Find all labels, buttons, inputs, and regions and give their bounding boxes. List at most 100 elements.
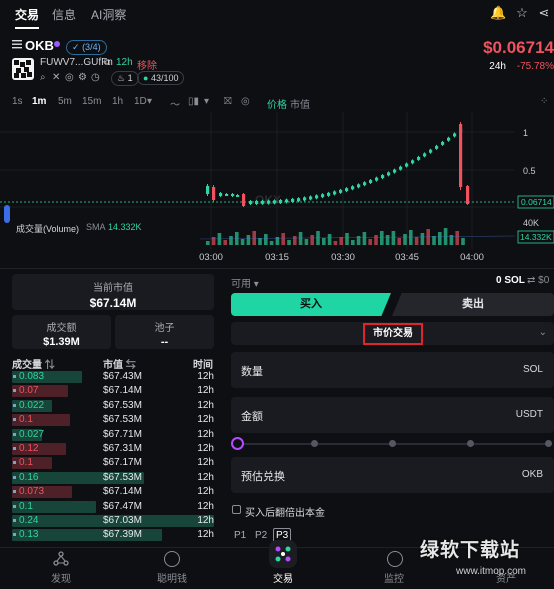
- tab-ai-insight[interactable]: AI洞察: [91, 6, 126, 23]
- trade-row[interactable]: 0.083 $67.43M 12h: [12, 370, 214, 384]
- remove-link[interactable]: 移除: [137, 57, 157, 72]
- order-type-value: 市价交易: [363, 323, 423, 345]
- nav-trade[interactable]: 交易: [253, 570, 313, 585]
- tf-1s[interactable]: 1s: [12, 96, 23, 107]
- volume-bar: [310, 235, 314, 245]
- tf-5m[interactable]: 5m: [58, 96, 72, 107]
- candle-body: [387, 172, 391, 176]
- x-social-icon[interactable]: ✕: [52, 72, 60, 83]
- mcap-toggle[interactable]: 市值: [290, 96, 310, 111]
- order-type-select[interactable]: 市价交易 ⌄: [231, 322, 554, 345]
- candle-body: [357, 184, 361, 188]
- slider-step-100[interactable]: [545, 440, 552, 447]
- score-pill[interactable]: ● 43/100: [137, 71, 185, 85]
- menu-icon[interactable]: [12, 39, 22, 49]
- candle-body: [327, 192, 331, 196]
- volume-bar: [304, 239, 309, 245]
- trade-row[interactable]: 0.1 $67.53M 12h: [12, 413, 214, 427]
- trade-row[interactable]: 0.027 $67.71M 12h: [12, 428, 214, 442]
- trade-nav-icon[interactable]: [269, 540, 297, 568]
- candle-body: [381, 175, 385, 179]
- globe-icon[interactable]: ◎: [65, 72, 74, 83]
- available-label[interactable]: 可用 ▾: [231, 275, 259, 290]
- slider-step-75[interactable]: [467, 440, 474, 447]
- copy-icon[interactable]: ⧉: [104, 57, 110, 68]
- preset-p2[interactable]: P2: [255, 530, 267, 541]
- trade-time: 12h: [197, 486, 214, 498]
- nav-monitor[interactable]: 监控: [364, 570, 424, 585]
- candle-body: [333, 191, 337, 195]
- trade-amount: 0.1: [19, 457, 33, 469]
- nav-smart-money[interactable]: 聪明钱: [142, 570, 202, 585]
- tf-15m[interactable]: 15m: [82, 96, 101, 107]
- chevron-down-icon-2[interactable]: ▾: [204, 96, 209, 107]
- audit-badge[interactable]: ✓ (3/4): [66, 40, 107, 55]
- chart-settings-icon[interactable]: ⁘: [540, 96, 548, 107]
- slider-step-25[interactable]: [311, 440, 318, 447]
- indicator-line-icon[interactable]: 〜: [170, 96, 180, 111]
- monitor-icon[interactable]: [387, 551, 403, 567]
- search-icon[interactable]: ⌕: [40, 72, 46, 83]
- score-dot-icon: ●: [143, 73, 149, 83]
- volume-bar: [206, 241, 210, 245]
- price-change: 24h -75.78%: [489, 61, 554, 72]
- col-amount-header[interactable]: 成交量 ⇅: [12, 356, 55, 371]
- settings-icon[interactable]: ⚙: [78, 72, 87, 83]
- candle-type-icon[interactable]: ▯▮: [188, 96, 199, 107]
- tab-trade[interactable]: 交易: [15, 6, 40, 29]
- double-checkbox[interactable]: [232, 505, 241, 514]
- qty-field[interactable]: 数量 SOL: [231, 352, 554, 388]
- buy-tab[interactable]: 买入: [231, 293, 391, 316]
- trade-row[interactable]: 0.13 $67.39M 12h: [12, 528, 214, 542]
- settings-icon-chart[interactable]: ◎: [241, 96, 250, 107]
- token-address[interactable]: FUWV7...GUfFn: [40, 57, 113, 68]
- qty-label: 数量: [241, 366, 263, 378]
- discover-icon[interactable]: [53, 551, 69, 567]
- trade-row[interactable]: 0.16 $67.53M 12h: [12, 471, 214, 485]
- candle-chart[interactable]: OKX 10.50.0671440K14.332K03:0003:1503:30…: [0, 112, 554, 268]
- col-mcap-header[interactable]: 市值 ⇆: [103, 356, 136, 371]
- trade-row[interactable]: 0.1 $67.47M 12h: [12, 500, 214, 514]
- volume-tick-label: 40K: [523, 218, 539, 228]
- mcap-label: 当前市值: [93, 283, 133, 294]
- tab-info[interactable]: 信息: [52, 6, 76, 23]
- volume-bar: [229, 236, 233, 245]
- chevron-down-icon[interactable]: ▾: [147, 96, 152, 107]
- trade-row[interactable]: 0.12 $67.31M 12h: [12, 442, 214, 456]
- price-toggle[interactable]: 价格: [267, 96, 287, 111]
- x-tick-label: 03:30: [331, 252, 355, 263]
- nav-discover[interactable]: 发现: [31, 570, 91, 585]
- qty-unit: SOL: [522, 364, 543, 375]
- trade-row[interactable]: 0.24 $67.03M 12h: [12, 514, 214, 528]
- draw-tool-icon[interactable]: ⛝: [224, 96, 232, 107]
- smart-money-icon[interactable]: [164, 551, 180, 567]
- amount-field[interactable]: 金额 USDT: [231, 397, 554, 433]
- trade-row[interactable]: 0.1 $67.17M 12h: [12, 456, 214, 470]
- slider-step-50[interactable]: [389, 440, 396, 447]
- star-icon[interactable]: ☆: [514, 5, 530, 21]
- preset-p1[interactable]: P1: [234, 530, 246, 541]
- trade-row[interactable]: 0.022 $67.53M 12h: [12, 399, 214, 413]
- volume-bar: [403, 234, 407, 245]
- amount-slider-handle[interactable]: [231, 437, 244, 450]
- trade-amount: 0.16: [19, 471, 39, 483]
- candle-body: [255, 200, 259, 204]
- tf-1d[interactable]: 1D: [134, 96, 147, 107]
- tf-1h[interactable]: 1h: [112, 96, 123, 107]
- balance-usd: ⇄ $0: [527, 275, 550, 286]
- trade-amount: 0.083: [19, 371, 45, 382]
- trade-row[interactable]: 0.073 $67.14M 12h: [12, 485, 214, 499]
- chart-drag-handle[interactable]: [4, 205, 10, 223]
- watermark-url: www.itmop.com: [456, 566, 527, 577]
- tf-1m[interactable]: 1m: [32, 96, 46, 107]
- holders-pill[interactable]: ♨ 1: [111, 71, 139, 86]
- sell-tab[interactable]: 卖出: [392, 293, 554, 316]
- volume-bar: [333, 241, 338, 245]
- clock-icon[interactable]: ◷: [91, 72, 100, 83]
- trade-row[interactable]: 0.07 $67.14M 12h: [12, 384, 214, 398]
- holders-count: 1: [127, 73, 133, 83]
- share-icon[interactable]: ⋖: [536, 5, 552, 21]
- bell-add-icon[interactable]: 🔔: [490, 5, 506, 21]
- candle-body: [303, 197, 307, 201]
- trade-amount: 0.022: [19, 399, 45, 411]
